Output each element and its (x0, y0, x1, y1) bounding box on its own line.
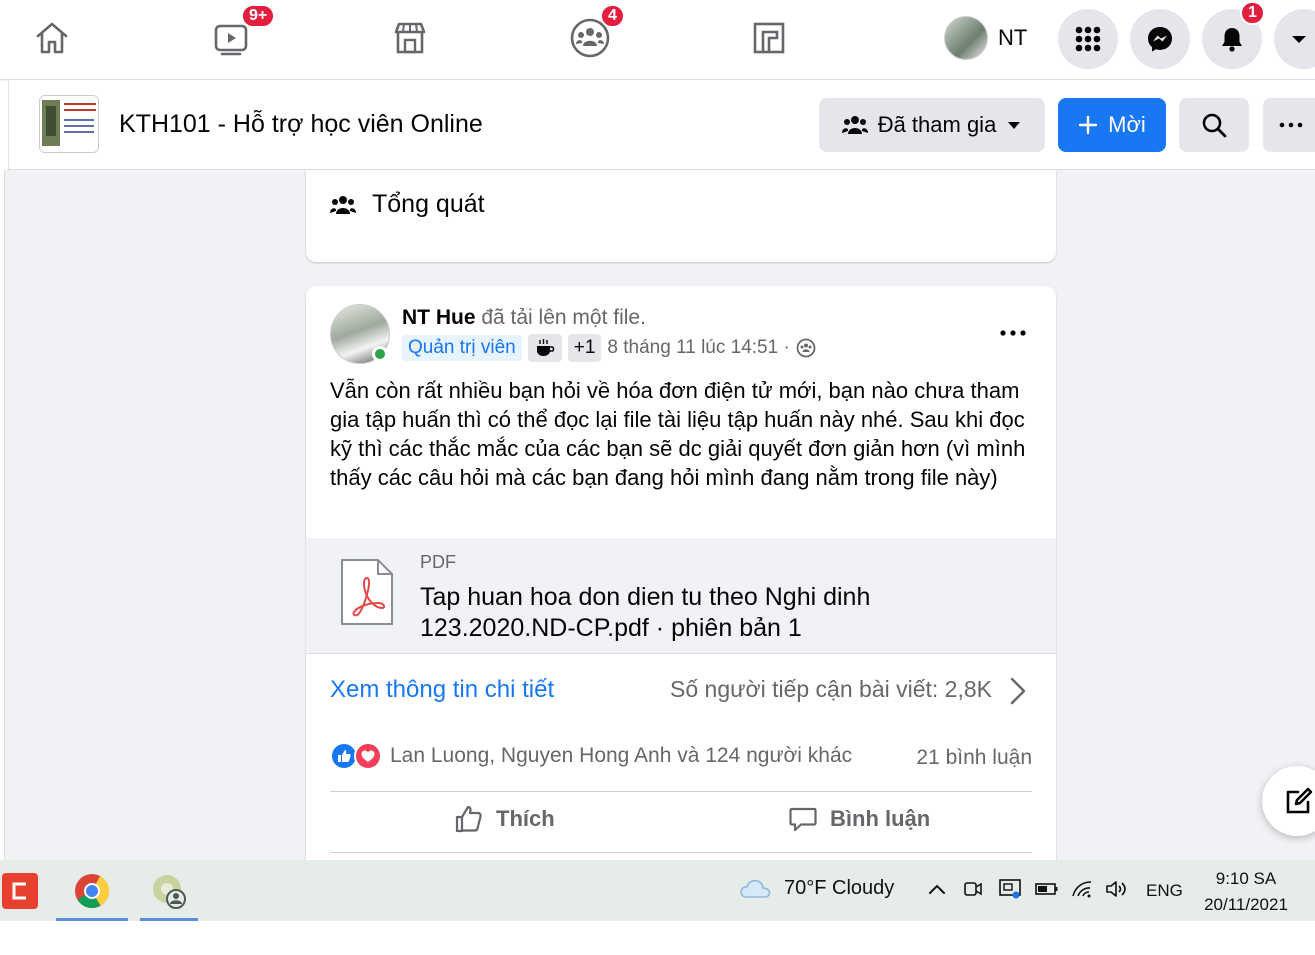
coffee-badge[interactable] (527, 334, 562, 362)
attachment-type: PDF (420, 552, 456, 572)
avatar (944, 16, 988, 60)
post-meta: Quản trị viên +1 8 tháng 11 lúc 14:51 · (402, 334, 816, 362)
admin-role-badge[interactable]: Quản trị viên (402, 335, 522, 361)
joined-button[interactable]: Đã tham gia (819, 98, 1045, 152)
profile-shortcut[interactable]: NT (944, 14, 1027, 62)
compose-icon (1286, 787, 1313, 814)
chevron-right-icon[interactable] (1008, 676, 1028, 706)
more-dots-icon (1279, 122, 1303, 128)
thumbs-up-icon (455, 805, 482, 833)
wifi-icon[interactable] (1070, 878, 1094, 900)
show-hidden-icons-chevron-icon[interactable] (926, 878, 948, 900)
overview-row[interactable]: Tổng quát (330, 190, 485, 219)
invite-button[interactable]: Mời (1058, 98, 1166, 152)
profile-name: NT (998, 25, 1028, 50)
marketplace-icon[interactable] (382, 10, 438, 66)
display-icon[interactable] (998, 878, 1022, 900)
group-post: NT Hue đã tải lên một file. Quản trị viê… (306, 286, 1056, 860)
post-reach: Số người tiếp cận bài viết: 2,8K (670, 676, 992, 702)
joined-label: Đã tham gia (877, 112, 997, 137)
comment-bubble-icon (789, 807, 817, 832)
reaction-icons (330, 742, 382, 770)
watch-notification-badge: 9+ (241, 4, 276, 28)
group-cover-thumbnail[interactable] (39, 95, 99, 153)
top-navigation-bar: 9+ 4 NT 1 (0, 0, 1315, 80)
weather-text: 70°F Cloudy (784, 876, 895, 899)
comments-count[interactable]: 21 bình luận (916, 746, 1032, 770)
group-title[interactable]: KTH101 - Hỗ trợ học viên Online (119, 110, 483, 139)
reactions-summary[interactable]: Lan Luong, Nguyen Hong Anh và 124 người … (330, 742, 852, 770)
post-body-text: Vẫn còn rất nhiều bạn hỏi về hóa đơn điệ… (330, 378, 1026, 490)
online-status-dot (372, 346, 388, 362)
post-action-text: đã tải lên một file. (481, 306, 646, 329)
account-menu-chevron-icon[interactable] (1274, 9, 1315, 69)
taskbar: 70°F Cloudy ENG 9:10 SA 20/11/2021 (0, 860, 1315, 921)
file-attachment[interactable]: PDF Tap huan hoa don dien tu theo Nghi d… (306, 538, 1056, 654)
overview-card: Tổng quát (306, 170, 1056, 262)
plus-icon (1078, 115, 1098, 135)
post-header: NT Hue đã tải lên một file. (402, 306, 646, 330)
invite-label: Mời (1108, 112, 1146, 137)
chrome-profile-app-icon[interactable] (140, 860, 198, 921)
comment-button[interactable]: Bình luận (788, 804, 930, 834)
group-audience-icon (796, 338, 816, 358)
badge-count[interactable]: +1 (567, 334, 602, 362)
like-label: Thích (496, 806, 555, 831)
caret-down-icon (1008, 122, 1021, 129)
weather-widget[interactable]: 70°F Cloudy (738, 876, 894, 900)
messenger-icon[interactable] (1130, 9, 1190, 69)
system-clock[interactable]: 9:10 SA 20/11/2021 (1196, 866, 1296, 918)
castbox-app-icon[interactable] (0, 860, 40, 921)
like-button[interactable]: Thích (454, 804, 555, 834)
menu-icon[interactable] (1058, 9, 1118, 69)
more-dots-icon (1000, 330, 1026, 336)
battery-icon[interactable] (1034, 878, 1060, 900)
search-button[interactable] (1179, 98, 1249, 152)
divider (330, 852, 1032, 853)
members-icon (330, 195, 356, 214)
chrome-app-icon[interactable] (56, 860, 128, 921)
post-timestamp[interactable]: 8 tháng 11 lúc 14:51 · (607, 337, 789, 359)
post-options-button[interactable] (1000, 316, 1026, 342)
input-language[interactable]: ENG (1146, 881, 1183, 901)
clock-date: 20/11/2021 (1204, 895, 1288, 914)
volume-icon[interactable] (1104, 878, 1130, 900)
view-details-link[interactable]: Xem thông tin chi tiết (330, 676, 554, 704)
reactions-text: Lan Luong, Nguyen Hong Anh và 124 người … (390, 744, 853, 767)
notifications-badge: 1 (1240, 1, 1265, 25)
clock-time: 9:10 SA (1215, 869, 1277, 888)
overview-label: Tổng quát (372, 190, 485, 218)
divider (330, 791, 1032, 792)
coffee-cup-icon (536, 339, 555, 356)
home-icon[interactable] (24, 10, 80, 66)
meet-now-icon[interactable] (962, 878, 984, 900)
blank-area (0, 921, 1315, 955)
post-insights-row[interactable]: Xem thông tin chi tiết Số người tiếp cận… (306, 654, 1056, 730)
search-icon (1202, 113, 1227, 138)
more-options-button[interactable] (1263, 98, 1315, 152)
group-header: KTH101 - Hỗ trợ học viên Online Đã tham … (8, 80, 1315, 170)
pdf-file-icon (341, 559, 393, 625)
cloud-icon (740, 879, 771, 898)
author-name[interactable]: NT Hue (402, 306, 476, 329)
comment-label: Bình luận (830, 806, 931, 831)
attachment-filename[interactable]: Tap huan hoa don dien tu theo Nghi dinh … (420, 582, 1020, 644)
love-reaction-icon (354, 742, 382, 770)
groups-notification-badge: 4 (600, 4, 625, 28)
members-icon (841, 116, 868, 134)
gaming-icon[interactable] (741, 10, 797, 66)
